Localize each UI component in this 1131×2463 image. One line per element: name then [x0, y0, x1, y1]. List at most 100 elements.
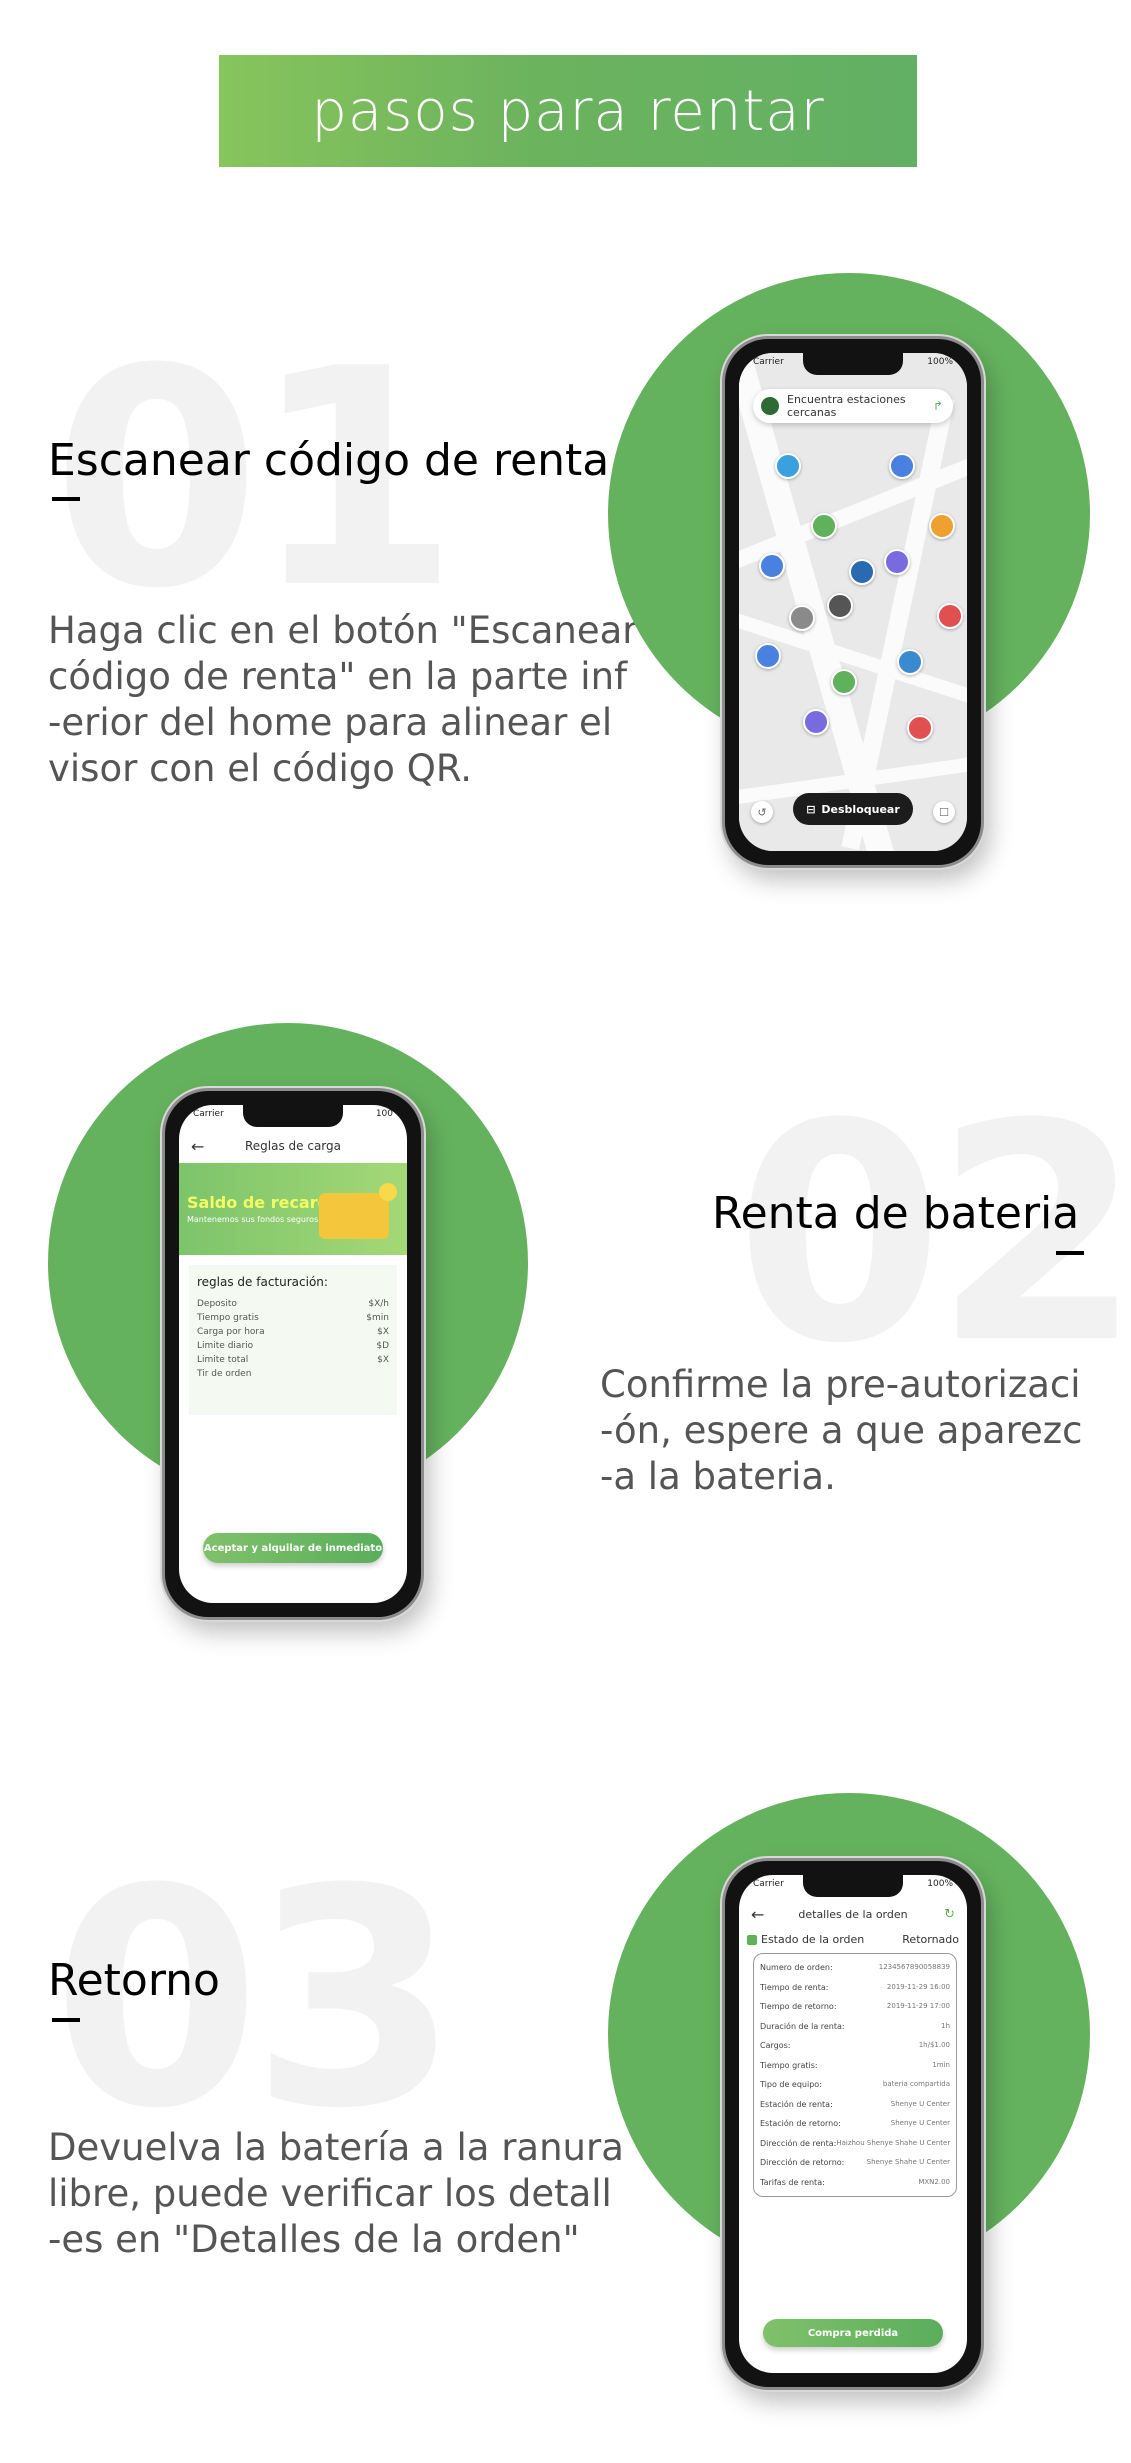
step-title-01: Escanear código de renta [48, 435, 610, 486]
map-pin-icon[interactable] [897, 649, 923, 675]
billing-label: Deposito [197, 1299, 237, 1309]
billing-label: Tir de orden [197, 1369, 252, 1379]
order-value: 1min [932, 2060, 950, 2069]
step-dash-02 [1056, 1251, 1084, 1255]
order-label: Tarifas de renta: [760, 2177, 825, 2187]
promo-banner: Saldo de recarga Mantenemos sus fondos s… [179, 1163, 407, 1255]
map-view[interactable] [739, 353, 967, 851]
phone-notch [242, 1105, 344, 1127]
banner: pasos para rentar [219, 55, 917, 167]
step-dash-01 [52, 497, 80, 501]
order-label: Tiempo de renta: [760, 1982, 829, 1992]
order-label: Duración de la renta: [760, 2021, 845, 2031]
billing-value: $X/h [368, 1299, 389, 1309]
step-title-03: Retorno [48, 1955, 220, 2006]
order-row: Numero de orden: 1234567890058839 [760, 1958, 950, 1978]
promo-title: Saldo de recarga [187, 1193, 340, 1212]
order-row: Dirección de renta: Haizhou Shenye Shahe … [760, 2134, 950, 2154]
billing-title: reglas de facturación: [197, 1275, 328, 1289]
order-row: Estación de renta: Shenye U Center [760, 2095, 950, 2115]
billing-label: Limite diario [197, 1341, 254, 1351]
screen-title: Reglas de carga [244, 1139, 341, 1153]
phone-screen-rules: Carrier 100 ← Reglas de carga Saldo de r… [179, 1105, 407, 1603]
order-row: Cargos: 1h/$1.00 [760, 2036, 950, 2056]
phone-screen-order: Carrier 100% ← detalles de la orden ↻ Es… [739, 1875, 967, 2373]
order-value: 1h [941, 2021, 950, 2030]
order-row: Duración de la renta: 1h [760, 2017, 950, 2037]
promo-subtitle: Mantenemos sus fondos seguros [187, 1215, 319, 1224]
refresh-icon[interactable]: ↻ [944, 1907, 955, 1922]
map-pin-icon[interactable] [811, 513, 837, 539]
screen-header: ← Reglas de carga [179, 1129, 407, 1163]
order-row: Estación de retorno: Shenye U Center [760, 2114, 950, 2134]
billing-row: Carga por hora $X [197, 1325, 389, 1339]
location-arrow-icon[interactable]: ↱ [933, 399, 943, 413]
billing-label: Tiempo gratis [197, 1313, 259, 1323]
map-pin-icon[interactable] [937, 603, 963, 629]
order-details: Numero de orden: 1234567890058839 Tiempo … [753, 1953, 957, 2197]
order-label: Dirección de renta: [760, 2138, 837, 2148]
order-row: Tiempo de renta: 2019-11-29 16:00 [760, 1978, 950, 1998]
map-pin-icon[interactable] [889, 453, 915, 479]
order-value: 1234567890058839 [878, 1963, 950, 1971]
unlock-scan-icon: ⊟ [806, 802, 816, 816]
map-pin-icon[interactable] [827, 593, 853, 619]
map-pin-icon[interactable] [759, 553, 785, 579]
map-pin-icon[interactable] [789, 605, 815, 631]
order-label: Estación de renta: [760, 2099, 833, 2109]
billing-row: Tiempo gratis $min [197, 1311, 389, 1325]
step-dash-03 [52, 2018, 80, 2022]
billing-value: $X [377, 1355, 389, 1365]
phone-mockup-03: Carrier 100% ← detalles de la orden ↻ Es… [722, 1858, 984, 2390]
unlock-button[interactable]: ⊟ Desbloquear [793, 793, 913, 825]
order-row: Tipo de equipo: bateria compartida [760, 2075, 950, 2095]
map-pin-icon[interactable] [884, 549, 910, 575]
billing-value: $X [377, 1327, 389, 1337]
order-status-label: Estado de la orden [761, 1933, 865, 1946]
billing-value: $min [366, 1313, 389, 1323]
back-arrow-icon[interactable]: ← [191, 1137, 204, 1156]
coin-illustration [379, 1183, 397, 1201]
map-pin-icon[interactable] [755, 643, 781, 669]
order-row: Tiempo de retorno: 2019-11-29 17:00 [760, 1997, 950, 2017]
billing-label: Limite total [197, 1355, 249, 1365]
order-status-value: Retornado [902, 1933, 959, 1946]
order-value: Shenye U Center [890, 2119, 950, 2127]
history-icon[interactable]: ↺ [751, 801, 773, 823]
map-pin-icon[interactable] [803, 709, 829, 735]
unlock-button-label: Desbloquear [821, 802, 900, 816]
order-status: Estado de la orden Retornado [747, 1933, 959, 1946]
map-pin-icon[interactable] [907, 715, 933, 741]
phone-notch [802, 353, 904, 375]
banner-title: pasos para rentar [311, 78, 825, 144]
order-label: Tipo de equipo: [760, 2080, 822, 2089]
status-carrier: Carrier [753, 1879, 784, 1889]
lost-purchase-button[interactable]: Compra perdida [763, 2319, 943, 2347]
order-label: Tiempo gratis: [760, 2060, 818, 2070]
order-value: Shenye Shahe U Center [866, 2158, 950, 2166]
order-row: Dirección de retorno: Shenye Shahe U Cent… [760, 2153, 950, 2173]
profile-icon[interactable]: ☐ [933, 801, 955, 823]
back-arrow-icon[interactable]: ← [751, 1905, 764, 1924]
status-battery: 100 [375, 1109, 393, 1119]
order-label: Numero de orden: [760, 1963, 833, 1972]
status-battery: 100% [927, 357, 953, 367]
order-row: Tarifas de renta: MXN2.00 [760, 2173, 950, 2193]
order-value: Shenye U Center [890, 2099, 950, 2108]
billing-value: $D [376, 1341, 389, 1351]
order-label: Dirección de retorno: [760, 2158, 845, 2167]
billing-row: Deposito $X/h [197, 1297, 389, 1311]
step-text-01: Haga clic en el botón "Escanear código d… [48, 609, 638, 790]
map-pin-icon[interactable] [775, 453, 801, 479]
accept-rent-button[interactable]: Aceptar y alquilar de inmediato [203, 1533, 383, 1563]
map-pin-icon[interactable] [831, 669, 857, 695]
map-pin-icon[interactable] [849, 559, 875, 585]
search-bar[interactable]: Encuentra estaciones cercanas ↱ [753, 389, 953, 423]
order-value: 2019-11-29 16:00 [886, 1982, 950, 1991]
map-pin-icon[interactable] [929, 513, 955, 539]
phone-mockup-01: Carrier 100% Encuentra estaciones cercan… [722, 336, 984, 868]
order-value: 2019-11-29 17:00 [886, 2002, 950, 2010]
step-title-02: Renta de bateria [712, 1188, 1080, 1239]
step-text-03: Devuelva la batería a la ranura libre, p… [48, 2126, 624, 2261]
order-value: bateria compartida [882, 2080, 950, 2088]
